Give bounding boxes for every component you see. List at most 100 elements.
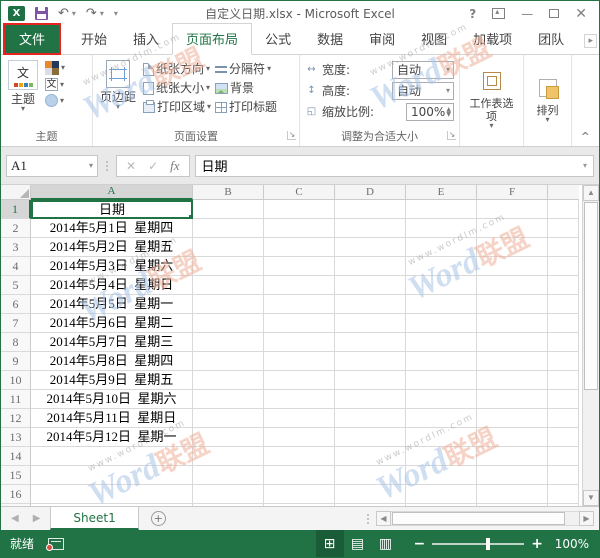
sheetbar-splitter[interactable] <box>364 513 372 525</box>
cell-c2[interactable] <box>264 219 335 238</box>
cell-g6[interactable] <box>548 295 579 314</box>
cell-f11[interactable] <box>477 390 548 409</box>
row-header-8[interactable]: 8 <box>1 333 31 352</box>
cell-c6[interactable] <box>264 295 335 314</box>
cell-g12[interactable] <box>548 409 579 428</box>
tab-scroll-right-icon[interactable]: ▸ <box>584 34 597 48</box>
cell-g4[interactable] <box>548 257 579 276</box>
sheet-options-button[interactable]: 工作表选项 ▾ <box>460 55 524 146</box>
cell-d9[interactable] <box>335 352 406 371</box>
row-header-1[interactable]: 1 <box>1 200 31 219</box>
row-header-5[interactable]: 5 <box>1 276 31 295</box>
ribbon-tab-home[interactable]: 开始 <box>68 24 120 54</box>
cell-c4[interactable] <box>264 257 335 276</box>
cell-f8[interactable] <box>477 333 548 352</box>
ribbon-tab-formulas[interactable]: 公式 <box>252 24 304 54</box>
cell-c13[interactable] <box>264 428 335 447</box>
cell-d4[interactable] <box>335 257 406 276</box>
cell-c16[interactable] <box>264 485 335 504</box>
sheet-nav-right-icon[interactable]: ▶ <box>33 513 41 524</box>
select-all-corner[interactable] <box>1 185 31 200</box>
cell-c14[interactable] <box>264 447 335 466</box>
column-header-e[interactable]: E <box>406 185 477 200</box>
cell-e12[interactable] <box>406 409 477 428</box>
column-header-c[interactable]: C <box>264 185 335 200</box>
themes-button[interactable]: 文 主题 ▾ <box>3 57 43 115</box>
cell-g11[interactable] <box>548 390 579 409</box>
sheet-nav-left-icon[interactable]: ◀ <box>11 513 19 524</box>
cell-d17[interactable] <box>335 504 406 506</box>
cell-d12[interactable] <box>335 409 406 428</box>
cell-b10[interactable] <box>193 371 264 390</box>
cell-e8[interactable] <box>406 333 477 352</box>
cell-b1[interactable] <box>193 200 264 219</box>
cell-b16[interactable] <box>193 485 264 504</box>
column-header-d[interactable]: D <box>335 185 406 200</box>
row-header-12[interactable]: 12 <box>1 409 31 428</box>
horizontal-scroll-thumb[interactable] <box>392 512 565 525</box>
zoom-in-icon[interactable]: + <box>531 537 543 551</box>
cell-g10[interactable] <box>548 371 579 390</box>
save-icon[interactable] <box>35 7 48 20</box>
cell-d15[interactable] <box>335 466 406 485</box>
ribbon-tab-page-layout[interactable]: 页面布局 <box>172 23 253 55</box>
ribbon-tab-team[interactable]: 团队 <box>525 24 577 54</box>
row-header-7[interactable]: 7 <box>1 314 31 333</box>
cell-e16[interactable] <box>406 485 477 504</box>
ribbon-tab-review[interactable]: 审阅 <box>356 24 408 54</box>
cell-f9[interactable] <box>477 352 548 371</box>
cell-e11[interactable] <box>406 390 477 409</box>
print-area-button[interactable]: 打印区域 ▾ <box>143 99 211 115</box>
cell-a2[interactable]: 2014年5月1日 星期四 <box>31 219 193 238</box>
ribbon-tab-data[interactable]: 数据 <box>304 24 356 54</box>
cell-a7[interactable]: 2014年5月6日 星期二 <box>31 314 193 333</box>
cell-d6[interactable] <box>335 295 406 314</box>
row-header-2[interactable]: 2 <box>1 219 31 238</box>
cell-b8[interactable] <box>193 333 264 352</box>
cell-f6[interactable] <box>477 295 548 314</box>
cell-c5[interactable] <box>264 276 335 295</box>
cell-a11[interactable]: 2014年5月10日 星期六 <box>31 390 193 409</box>
cell-d2[interactable] <box>335 219 406 238</box>
cell-e2[interactable] <box>406 219 477 238</box>
cell-a3[interactable]: 2014年5月2日 星期五 <box>31 238 193 257</box>
cell-f14[interactable] <box>477 447 548 466</box>
cell-b11[interactable] <box>193 390 264 409</box>
arrange-button[interactable]: 排列 ▾ <box>524 55 572 146</box>
cell-g1[interactable] <box>548 200 579 219</box>
cell-c10[interactable] <box>264 371 335 390</box>
column-header-partial[interactable] <box>548 185 579 200</box>
column-header-a[interactable]: A <box>31 185 193 200</box>
cell-e4[interactable] <box>406 257 477 276</box>
cell-d14[interactable] <box>335 447 406 466</box>
cell-b9[interactable] <box>193 352 264 371</box>
scroll-left-icon[interactable]: ◀ <box>376 511 391 526</box>
cell-a16[interactable] <box>31 485 193 504</box>
close-icon[interactable]: ✕ <box>575 7 587 21</box>
cell-a15[interactable] <box>31 466 193 485</box>
scale-to-fit-dialog-launcher-icon[interactable]: ↘ <box>447 131 456 140</box>
cell-a4[interactable]: 2014年5月3日 星期六 <box>31 257 193 276</box>
sheet-tab-sheet1[interactable]: Sheet1 <box>50 507 139 530</box>
redo-icon[interactable]: ↷ <box>86 7 97 20</box>
row-header-9[interactable]: 9 <box>1 352 31 371</box>
theme-fonts-button[interactable]: 文 ▾ <box>45 78 65 91</box>
cell-g3[interactable] <box>548 238 579 257</box>
row-header-10[interactable]: 10 <box>1 371 31 390</box>
cell-d16[interactable] <box>335 485 406 504</box>
cell-e1[interactable] <box>406 200 477 219</box>
cell-f10[interactable] <box>477 371 548 390</box>
scroll-down-icon[interactable]: ▼ <box>583 490 599 506</box>
cell-a12[interactable]: 2014年5月11日 星期日 <box>31 409 193 428</box>
cell-b5[interactable] <box>193 276 264 295</box>
name-box[interactable]: A1 ▾ <box>6 154 98 177</box>
theme-colors-button[interactable]: ▾ <box>45 61 65 75</box>
insert-function-icon[interactable]: fx <box>170 158 179 174</box>
formula-bar-splitter[interactable] <box>103 160 111 172</box>
cell-g16[interactable] <box>548 485 579 504</box>
row-header-11[interactable]: 11 <box>1 390 31 409</box>
cell-e17[interactable] <box>406 504 477 506</box>
cell-d13[interactable] <box>335 428 406 447</box>
cell-g15[interactable] <box>548 466 579 485</box>
orientation-button[interactable]: 纸张方向 ▾ <box>143 61 211 77</box>
